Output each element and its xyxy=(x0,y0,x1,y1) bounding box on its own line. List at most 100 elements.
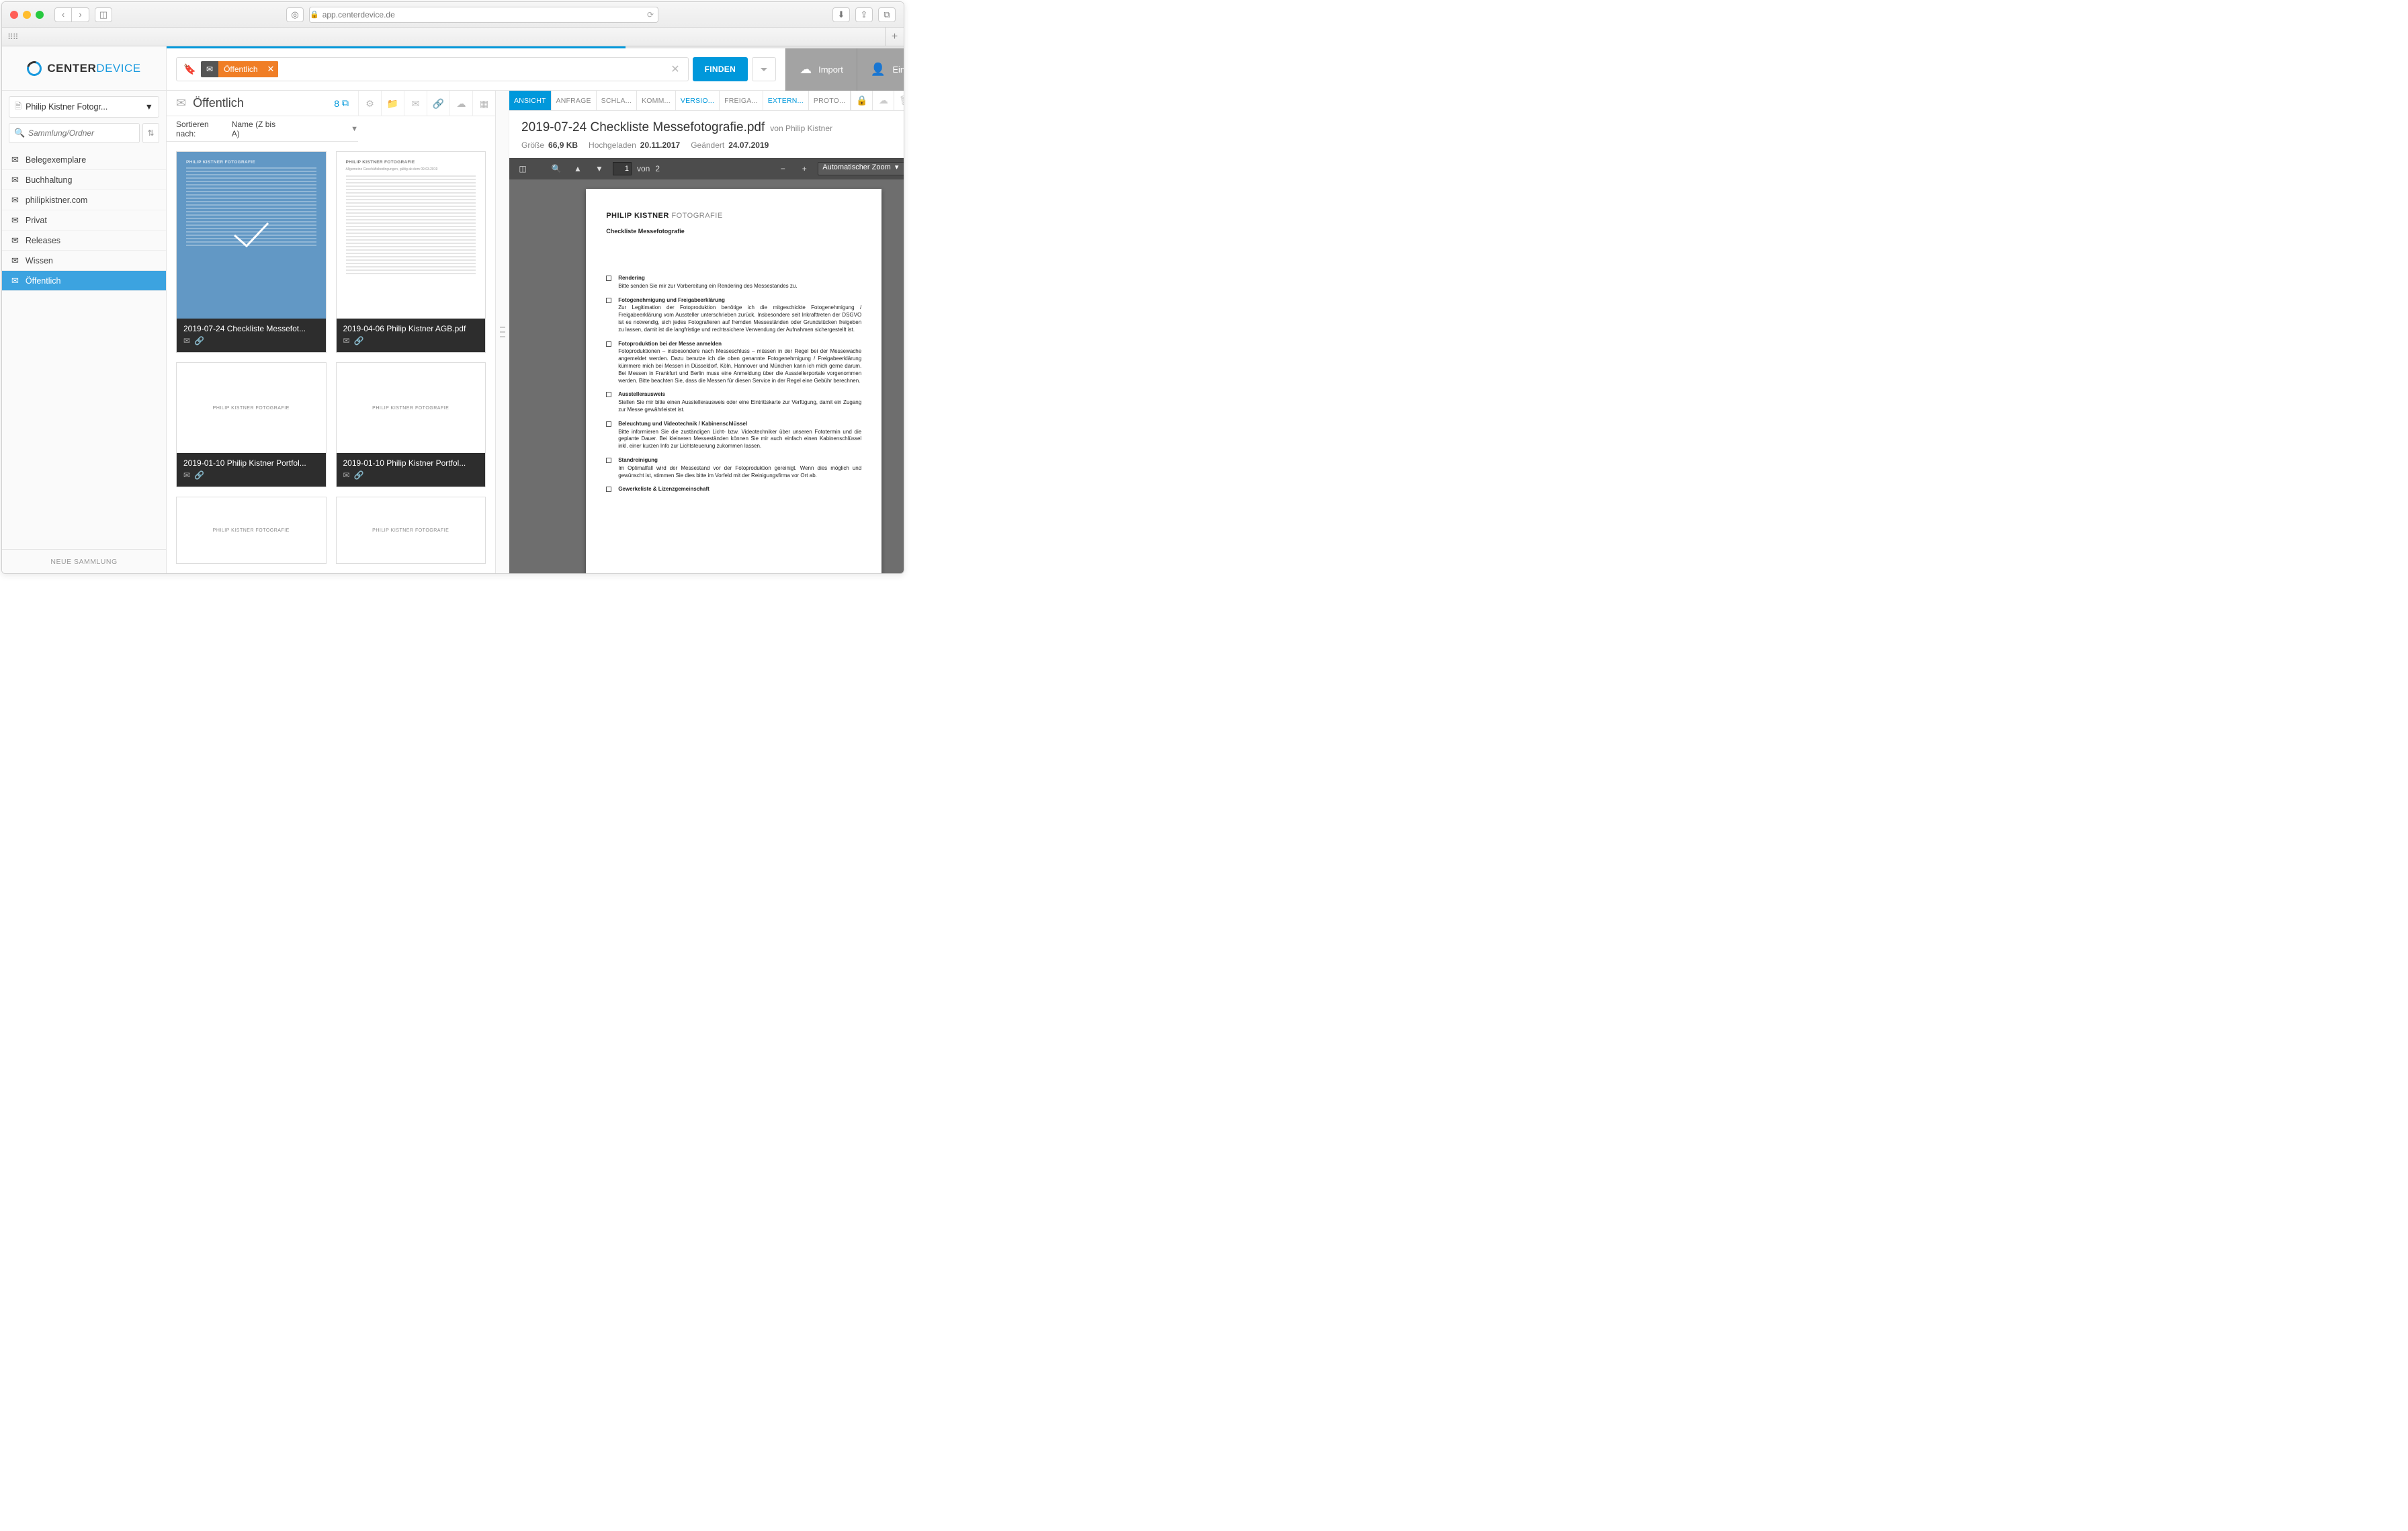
pdf-prev-page-icon[interactable]: ▲ xyxy=(570,160,586,177)
settings-button[interactable]: 👤 Einstellungen xyxy=(857,48,904,91)
progress-bar xyxy=(167,46,904,48)
documents-icon: ⧉ xyxy=(342,97,349,109)
search-bar[interactable]: 🔖 ✉ Öffentlich ✕ ✕ xyxy=(176,57,689,81)
sidebar-item-belegexemplare[interactable]: ✉Belegexemplare xyxy=(2,150,166,170)
grid-icon[interactable]: ▦ xyxy=(472,91,495,116)
envelope-icon: ✉ xyxy=(183,470,190,480)
tab-overview-icon[interactable]: ⠿⠿ xyxy=(7,32,18,42)
add-folder-icon[interactable]: 📁 xyxy=(381,91,404,116)
document-card[interactable]: PHILIP KISTNER FOTOGRAFIE2019-01-10 Phil… xyxy=(336,362,486,487)
envelope-icon: ✉ xyxy=(11,155,19,165)
sidebar-item-privat[interactable]: ✉Privat xyxy=(2,210,166,231)
document-card[interactable]: PHILIP KISTNER FOTOGRAFIEAllgemeine Gesc… xyxy=(336,151,486,353)
checkbox-icon xyxy=(606,487,611,492)
sort-label: Sortieren nach: xyxy=(176,120,229,138)
envelope-icon: ✉ xyxy=(11,195,19,206)
tabs-icon[interactable]: ⧉ xyxy=(878,7,896,22)
filter-chip-public[interactable]: ✉ Öffentlich ✕ xyxy=(201,61,278,77)
window-zoom[interactable] xyxy=(36,11,44,19)
checklist-item: Beleuchtung und Videotechnik / Kabinensc… xyxy=(606,421,861,450)
document-card[interactable]: PHILIP KISTNER FOTOGRAFIE xyxy=(176,497,327,564)
chevron-down-icon[interactable]: ▼ xyxy=(351,125,358,133)
tab-komm[interactable]: KOMM... xyxy=(637,91,676,110)
document-card[interactable]: PHILIP KISTNER FOTOGRAFIE2019-07-24 Chec… xyxy=(176,151,327,353)
logo: CENTERDEVICE xyxy=(2,46,166,91)
folder-selector[interactable]: 🗎 Philip Kistner Fotogr... ▼ xyxy=(9,96,159,118)
list-title: Öffentlich xyxy=(193,96,244,110)
checkbox-icon xyxy=(606,298,611,303)
cloud-icon[interactable]: ☁ xyxy=(449,91,472,116)
reload-icon[interactable]: ⟳ xyxy=(647,10,658,19)
document-card[interactable]: PHILIP KISTNER FOTOGRAFIE2019-01-10 Phil… xyxy=(176,362,327,487)
envelope-icon: ✉ xyxy=(343,336,350,345)
chevron-down-icon: ▼ xyxy=(145,102,153,112)
pdf-zoom-select[interactable]: Automatischer Zoom ▾ xyxy=(818,162,904,175)
window-close[interactable] xyxy=(10,11,18,19)
browser-toolbar: ‹ › ◫ ◎ 🔒 app.centerdevice.de ⟳ ⬇ ⇪ ⧉ xyxy=(2,2,904,28)
sidebar: CENTERDEVICE 🗎 Philip Kistner Fotogr... … xyxy=(2,46,167,573)
checkbox-icon xyxy=(606,421,611,427)
sidebar-item-buchhaltung[interactable]: ✉Buchhaltung xyxy=(2,170,166,190)
sidebar-toggle-icon[interactable]: ◫ xyxy=(95,7,112,22)
document-meta: Größe 66,9 KB Hochgeladen 20.11.2017 Geä… xyxy=(509,138,904,158)
browser-back[interactable]: ‹ xyxy=(54,7,72,22)
bookmark-icon[interactable]: 🔖 xyxy=(183,63,196,75)
sort-value[interactable]: Name (Z bis A) xyxy=(232,120,284,138)
sidebar-item-wissen[interactable]: ✉Wissen xyxy=(2,251,166,271)
find-button[interactable]: FINDEN xyxy=(693,57,748,81)
clear-search-icon[interactable]: ✕ xyxy=(662,63,687,76)
pdf-next-page-icon[interactable]: ▼ xyxy=(591,160,607,177)
envelope-icon: ✉ xyxy=(11,215,19,226)
pdf-page-input[interactable] xyxy=(613,162,632,175)
pdf-viewer: ◫ 🔍 ▲ ▼ von 2 − + Automatischer Zoom ▾ xyxy=(509,158,904,573)
tab-schla[interactable]: SCHLA... xyxy=(597,91,637,110)
import-button[interactable]: ☁ Import xyxy=(785,48,857,91)
cloud-download-icon[interactable]: ☁ xyxy=(872,91,894,110)
pdf-zoom-out-icon[interactable]: − xyxy=(775,160,791,177)
tab-freiga[interactable]: FREIGA... xyxy=(720,91,763,110)
reader-icon[interactable]: ◎ xyxy=(286,7,304,22)
tab-extern[interactable]: EXTERN... xyxy=(763,91,809,110)
window-minimize[interactable] xyxy=(23,11,31,19)
new-tab-button[interactable]: + xyxy=(885,28,904,46)
pdf-search-icon[interactable]: 🔍 xyxy=(548,160,564,177)
checklist-item: RenderingBitte senden Sie mir zur Vorber… xyxy=(606,275,861,290)
envelope-icon: ✉ xyxy=(11,235,19,246)
collection-search-input[interactable] xyxy=(9,123,140,143)
pdf-zoom-in-icon[interactable]: + xyxy=(796,160,812,177)
sort-toggle[interactable]: ⇅ xyxy=(142,123,159,143)
lock-icon: 🔒 xyxy=(310,10,319,19)
new-collection-button[interactable]: NEUE SAMMLUNG xyxy=(2,549,166,573)
splitter[interactable] xyxy=(496,91,509,573)
link-icon[interactable]: 🔗 xyxy=(427,91,449,116)
checkbox-icon xyxy=(606,392,611,397)
tab-proto[interactable]: PROTO... xyxy=(809,91,851,110)
checkbox-icon xyxy=(606,341,611,347)
sidebar-item-philipkistner-com[interactable]: ✉philipkistner.com xyxy=(2,190,166,210)
checkbox-icon xyxy=(606,276,611,281)
document-card[interactable]: PHILIP KISTNER FOTOGRAFIE xyxy=(336,497,486,564)
browser-forward[interactable]: › xyxy=(72,7,89,22)
doc-count: 8 xyxy=(334,98,339,109)
filter-icon[interactable]: ⏷ xyxy=(752,57,776,81)
downloads-icon[interactable]: ⬇ xyxy=(832,7,850,22)
envelope-icon: ✉ xyxy=(343,470,350,480)
address-bar[interactable]: 🔒 app.centerdevice.de ⟳ xyxy=(309,7,658,23)
lock-icon[interactable]: 🔒 xyxy=(851,91,872,110)
document-title: 2019-07-24 Checkliste Messefotografie.pd… xyxy=(521,120,765,135)
logo-icon xyxy=(24,58,44,78)
envelope-icon: ✉ xyxy=(176,96,186,110)
gear-icon[interactable]: ⚙ xyxy=(358,91,381,116)
tab-versio[interactable]: VERSIO... xyxy=(676,91,720,110)
sidebar-item--ffentlich[interactable]: ✉Öffentlich xyxy=(2,271,166,291)
checkbox-icon xyxy=(606,458,611,463)
tab-anfrage[interactable]: ANFRAGE xyxy=(552,91,597,110)
chip-remove-icon[interactable]: ✕ xyxy=(263,61,279,77)
trash-icon[interactable]: 🗑 xyxy=(894,91,904,110)
sidebar-item-releases[interactable]: ✉Releases xyxy=(2,231,166,251)
share-icon[interactable]: ✉ xyxy=(404,91,427,116)
tab-ansicht[interactable]: ANSICHT xyxy=(509,91,552,110)
pdf-sidebar-icon[interactable]: ◫ xyxy=(515,160,531,177)
user-icon: 👤 xyxy=(871,63,886,77)
share-icon[interactable]: ⇪ xyxy=(855,7,873,22)
